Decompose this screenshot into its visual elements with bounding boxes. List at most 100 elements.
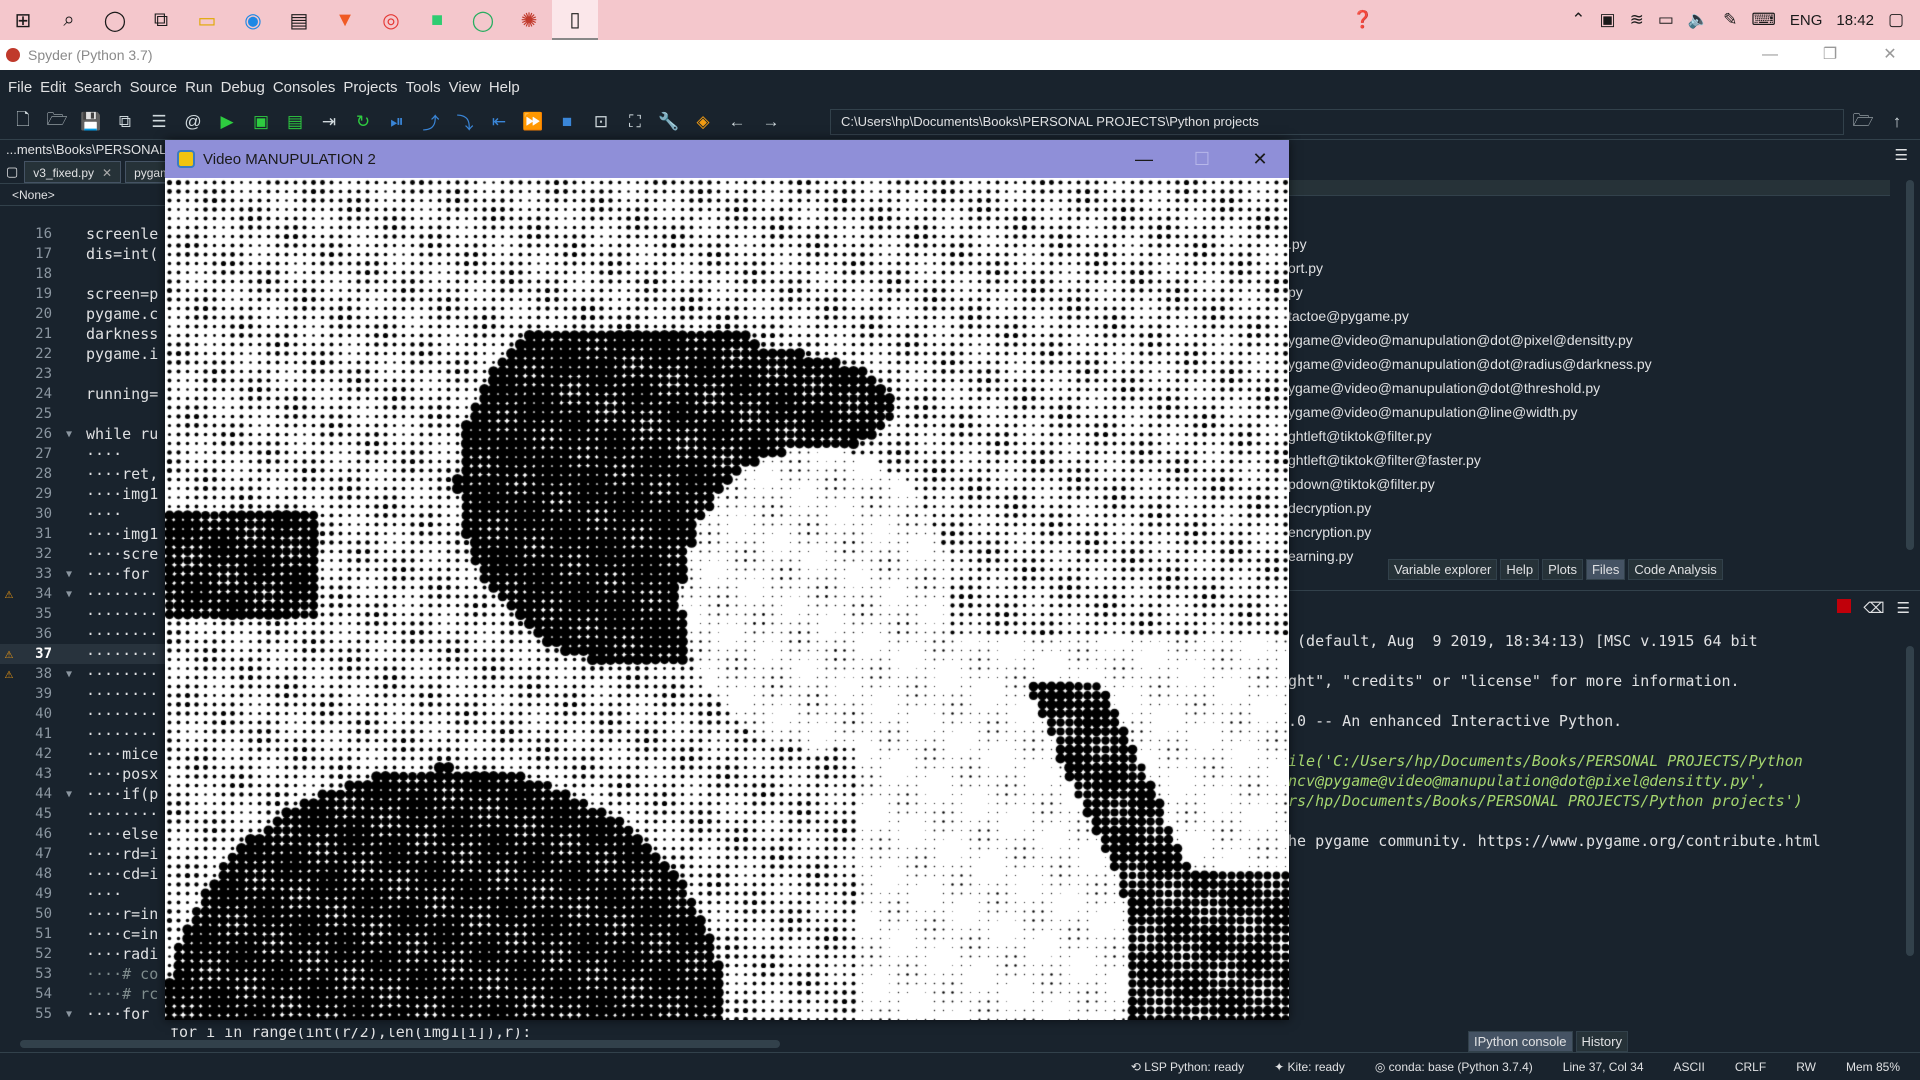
preferences-icon[interactable]: 🔧 xyxy=(652,107,686,137)
halftone-video-frame[interactable] xyxy=(165,178,1289,1020)
run-selection-icon[interactable]: ⇥ xyxy=(312,107,346,137)
continue-icon[interactable]: ⏩ xyxy=(516,107,550,137)
run-cell-advance-icon[interactable]: ▤ xyxy=(278,107,312,137)
stop-debug-icon[interactable]: ■ xyxy=(550,107,584,137)
whatsapp-icon[interactable]: ■ xyxy=(414,0,460,40)
console-output[interactable]: (default, Aug 9 2019, 18:34:13) [MSC v.1… xyxy=(1288,631,1821,851)
pygame-close-button[interactable]: ✕ xyxy=(1231,140,1289,178)
browse-folder-icon[interactable]: 🗁 xyxy=(1846,107,1880,137)
tab-code-analysis[interactable]: Code Analysis xyxy=(1628,559,1723,580)
parent-directory-icon[interactable]: ↑ xyxy=(1880,107,1914,137)
step-icon[interactable]: ⤴ xyxy=(414,107,448,137)
code-text: ···· xyxy=(86,445,123,463)
maximize-button[interactable]: ❐ xyxy=(1800,40,1860,70)
display-icon[interactable]: ▣ xyxy=(1600,10,1616,30)
maximize-pane-icon[interactable]: ⊡ xyxy=(584,107,618,137)
save-icon[interactable]: 💾 xyxy=(74,107,108,137)
step-return-icon[interactable]: ⇤ xyxy=(482,107,516,137)
editor-horizontal-scrollbar[interactable] xyxy=(20,1040,780,1048)
blank-doc-icon[interactable]: ▯ xyxy=(552,0,598,40)
pygame-maximize-button[interactable]: ☐ xyxy=(1173,140,1231,178)
fold-toggle-icon[interactable]: ▼ xyxy=(52,589,86,600)
run-cell-icon[interactable]: ▣ xyxy=(244,107,278,137)
windows-start-icon[interactable]: ⊞ xyxy=(0,0,46,40)
menu-item-tools[interactable]: Tools xyxy=(402,79,445,96)
python-path-icon[interactable]: ◈ xyxy=(686,107,720,137)
files-scrollbar[interactable] xyxy=(1906,180,1914,550)
tab-help[interactable]: Help xyxy=(1500,559,1540,580)
menu-item-consoles[interactable]: Consoles xyxy=(269,79,340,96)
search-icon[interactable]: ⌕ xyxy=(46,0,92,40)
task-view-icon[interactable]: ⧉ xyxy=(138,0,184,40)
battery-icon[interactable]: ▭ xyxy=(1658,10,1674,30)
clear-console-icon[interactable]: ⌫ xyxy=(1863,599,1884,617)
brave-icon[interactable]: ▼ xyxy=(322,0,368,40)
warning-icon[interactable]: ⚠ xyxy=(0,666,18,682)
notification-icon[interactable]: ▢ xyxy=(1888,10,1904,30)
console-menu-icon[interactable]: ☰ xyxy=(1897,599,1910,617)
tab-ipython-console[interactable]: IPython console xyxy=(1468,1031,1573,1052)
browse-tabs-icon[interactable]: ▢ xyxy=(0,164,24,180)
menu-item-search[interactable]: Search xyxy=(70,79,126,96)
spotify-icon[interactable]: ◯ xyxy=(460,0,506,40)
pen-icon[interactable]: ✎ xyxy=(1723,10,1737,30)
rerun-icon[interactable]: ↻ xyxy=(346,107,380,137)
close-tab-icon[interactable]: ✕ xyxy=(102,166,112,180)
pane-tabs: Variable explorer Help Plots Files Code Anal… xyxy=(1388,559,1726,580)
save-all-icon[interactable]: ⧉ xyxy=(108,107,142,137)
chevron-up-icon[interactable]: ⌃ xyxy=(1571,10,1585,30)
store-icon[interactable]: ▤ xyxy=(276,0,322,40)
working-directory-input[interactable]: C:\Users\hp\Documents\Books\PERSONAL PRO… xyxy=(830,109,1844,135)
menu-item-view[interactable]: View xyxy=(445,79,485,96)
outline-icon[interactable]: ☰ xyxy=(142,107,176,137)
wifi-icon[interactable]: ≋ xyxy=(1630,10,1644,30)
file-explorer-icon[interactable]: ▭ xyxy=(184,0,230,40)
back-arrow-icon[interactable]: ← xyxy=(720,107,754,137)
app-icon[interactable]: ✺ xyxy=(506,0,552,40)
tab-history[interactable]: History xyxy=(1575,1031,1628,1052)
fold-toggle-icon[interactable]: ▼ xyxy=(52,569,86,580)
menu-item-source[interactable]: Source xyxy=(126,79,182,96)
warning-icon[interactable]: ⚠ xyxy=(0,646,18,662)
console-scrollbar[interactable] xyxy=(1906,646,1914,956)
stop-kernel-icon[interactable] xyxy=(1837,599,1852,613)
pygame-minimize-button[interactable]: — xyxy=(1115,140,1173,178)
menu-item-debug[interactable]: Debug xyxy=(217,79,269,96)
at-icon[interactable]: @ xyxy=(176,107,210,137)
close-button[interactable]: ✕ xyxy=(1860,40,1920,70)
menu-item-edit[interactable]: Edit xyxy=(36,79,70,96)
warning-icon[interactable]: ⚠ xyxy=(0,586,18,602)
language-indicator[interactable]: ENG xyxy=(1790,12,1823,29)
fullscreen-icon[interactable]: ⛶ xyxy=(618,107,652,137)
new-file-icon[interactable]: 🗋 xyxy=(6,107,40,137)
tab-variable-explorer[interactable]: Variable explorer xyxy=(1388,559,1498,580)
tab-v3-fixed[interactable]: v3_fixed.py ✕ xyxy=(24,160,122,183)
edge-icon[interactable]: ◉ xyxy=(230,0,276,40)
fold-toggle-icon[interactable]: ▼ xyxy=(52,429,86,440)
tab-plots[interactable]: Plots xyxy=(1542,559,1583,580)
fold-toggle-icon[interactable]: ▼ xyxy=(52,669,86,680)
forward-arrow-icon[interactable]: → xyxy=(754,107,788,137)
step-into-icon[interactable]: ⤵ xyxy=(448,107,482,137)
tab-files[interactable]: Files xyxy=(1585,559,1626,580)
run-icon[interactable]: ▶ xyxy=(210,107,244,137)
fold-toggle-icon[interactable]: ▼ xyxy=(52,789,86,800)
volume-icon[interactable]: 🔈 xyxy=(1688,10,1709,30)
clock[interactable]: 18:42 xyxy=(1836,12,1874,29)
chrome-icon[interactable]: ◎ xyxy=(368,0,414,40)
debug-icon[interactable]: ⏯ xyxy=(380,107,414,137)
pygame-window[interactable]: Video MANUPULATION 2 — ☐ ✕ xyxy=(165,140,1289,1020)
menu-item-help[interactable]: Help xyxy=(485,79,524,96)
pane-menu-icon[interactable]: ☰ xyxy=(1895,146,1908,164)
fold-toggle-icon[interactable]: ▼ xyxy=(52,1009,86,1020)
open-file-icon[interactable]: 🗁 xyxy=(40,107,74,137)
menu-item-run[interactable]: Run xyxy=(181,79,217,96)
menu-item-projects[interactable]: Projects xyxy=(339,79,401,96)
cortana-icon[interactable]: ◯ xyxy=(92,0,138,40)
help-icon[interactable]: ❓ xyxy=(1352,10,1373,30)
cursor-position: Line 37, Col 34 xyxy=(1562,1059,1644,1074)
pygame-titlebar[interactable]: Video MANUPULATION 2 — ☐ ✕ xyxy=(165,140,1289,178)
minimize-button[interactable]: — xyxy=(1740,40,1800,70)
keyboard-icon[interactable]: ⌨ xyxy=(1751,10,1776,30)
menu-item-file[interactable]: File xyxy=(4,79,36,96)
